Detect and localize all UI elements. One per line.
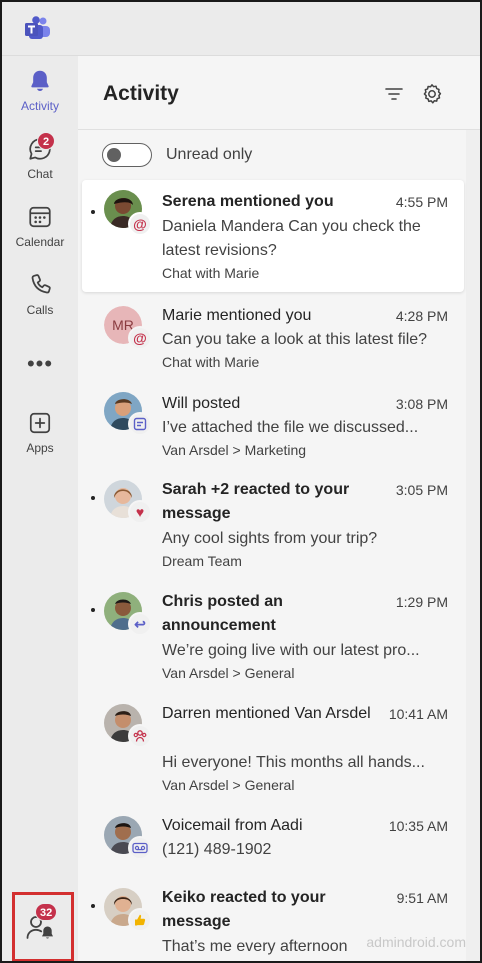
mention-icon: @: [128, 326, 152, 350]
rail-label-calendar: Calendar: [15, 235, 65, 249]
gear-icon[interactable]: [420, 82, 444, 106]
unread-dot: [91, 496, 95, 500]
filter-icon[interactable]: [382, 82, 406, 106]
apps-icon: [29, 412, 51, 434]
item-title: Serena mentioned you: [162, 193, 334, 210]
more-icon: •••: [26, 351, 54, 376]
rail-item-calendar[interactable]: Calendar: [2, 204, 78, 268]
toggle-knob: [107, 148, 121, 162]
item-preview: Any cool sights from your trip?: [162, 530, 378, 547]
app-rail: Activity 2 Chat Calendar Calls ••• Apps: [2, 56, 78, 961]
item-source: Van Arsdel > General: [162, 665, 295, 681]
title-bar: [2, 2, 480, 56]
item-time: 10:35 AM: [388, 818, 448, 834]
item-title: Sarah +2 reacted to your message: [162, 481, 350, 522]
unread-dot: [91, 904, 95, 908]
rail-item-calls[interactable]: Calls: [2, 272, 78, 336]
activity-panel: Activity Unread only @ Serena mentioned …: [78, 56, 480, 961]
activity-item[interactable]: Keiko reacted to your message 9:51 AM Th…: [82, 882, 464, 961]
item-time: 4:28 PM: [395, 308, 448, 324]
activity-item[interactable]: MR @ Marie mentioned you 4:28 PM Can you…: [82, 296, 464, 376]
rail-item-more[interactable]: •••: [2, 352, 78, 376]
item-source: Van Arsdel > General: [162, 777, 295, 793]
activity-item[interactable]: ♥ Sarah +2 reacted to your message 3:05 …: [82, 474, 464, 574]
teams-logo-icon: [25, 16, 50, 39]
voicemail-icon: [128, 836, 152, 860]
item-title: Marie mentioned you: [162, 307, 312, 324]
reply-icon: ↩: [128, 612, 152, 636]
item-title: Chris posted an announcement: [162, 593, 283, 634]
item-time: 10:41 AM: [388, 706, 448, 722]
unread-filter-row: Unread only: [102, 142, 252, 168]
item-time: 9:51 AM: [396, 890, 448, 906]
item-source: Dream Team: [162, 553, 242, 569]
item-title: Keiko reacted to your message: [162, 889, 326, 930]
page-title: Activity: [103, 82, 179, 105]
unread-only-toggle[interactable]: [102, 143, 152, 167]
item-source: Chat with Marie: [162, 354, 260, 370]
item-source: Chat with Marie: [162, 265, 260, 281]
post-icon: [128, 412, 152, 436]
unread-dot: [91, 210, 95, 214]
item-title: Voicemail from Aadi: [162, 817, 303, 834]
item-preview: Hi everyone! This months all hands...: [162, 754, 425, 771]
activity-item[interactable]: ↩ Chris posted an announcement 1:29 PM W…: [82, 586, 464, 686]
item-source: Van Arsdel > Marketing: [162, 442, 307, 458]
activity-header: Activity: [78, 56, 480, 130]
thumbs-up-icon: [128, 908, 152, 932]
rail-label-chat: Chat: [27, 167, 53, 181]
item-time: 3:08 PM: [395, 396, 448, 412]
item-preview: (121) 489-1902: [162, 841, 272, 858]
chat-badge: 2: [37, 132, 55, 150]
activity-highlight-box[interactable]: 32: [12, 892, 74, 961]
teams-window: Activity 2 Chat Calendar Calls ••• Apps …: [0, 0, 482, 963]
activity-count-badge: 32: [35, 903, 58, 921]
item-time: 3:05 PM: [395, 482, 448, 498]
item-title: Will posted: [162, 395, 241, 412]
bell-icon: [31, 70, 49, 92]
item-title: Darren mentioned Van Arsdel: [162, 705, 371, 722]
unread-dot: [91, 608, 95, 612]
item-preview: I’ve attached the file we discussed...: [162, 419, 419, 436]
activity-item[interactable]: Voicemail from Aadi 10:35 AM (121) 489-1…: [82, 810, 464, 886]
rail-item-activity[interactable]: Activity: [2, 68, 78, 132]
activity-item[interactable]: Darren mentioned Van Arsdel 10:41 AM Hi …: [82, 698, 464, 798]
item-preview: We’re going live with our latest pro...: [162, 642, 420, 659]
phone-icon: [31, 274, 51, 294]
item-time: 1:29 PM: [395, 594, 448, 610]
heart-icon: ♥: [128, 500, 152, 524]
rail-item-chat[interactable]: 2 Chat: [2, 132, 78, 200]
activity-item[interactable]: @ Serena mentioned you 4:55 PM Daniela M…: [82, 180, 464, 292]
item-preview: Daniela Mandera Can you check the latest…: [162, 218, 421, 259]
scrollbar-track[interactable]: [466, 130, 480, 961]
mention-icon: @: [128, 212, 152, 236]
unread-only-label: Unread only: [166, 146, 253, 163]
activity-item[interactable]: Will posted 3:08 PM I’ve attached the fi…: [82, 384, 464, 464]
rail-item-apps[interactable]: Apps: [2, 410, 78, 474]
team-mention-icon: [128, 724, 152, 748]
watermark: admindroid.com: [366, 934, 466, 950]
rail-label-apps: Apps: [26, 441, 54, 455]
rail-label-activity: Activity: [20, 99, 59, 113]
rail-label-calls: Calls: [26, 303, 54, 317]
calendar-icon: [29, 206, 51, 228]
item-time: 4:55 PM: [395, 194, 448, 210]
item-preview: Can you take a look at this latest file?: [162, 331, 428, 348]
